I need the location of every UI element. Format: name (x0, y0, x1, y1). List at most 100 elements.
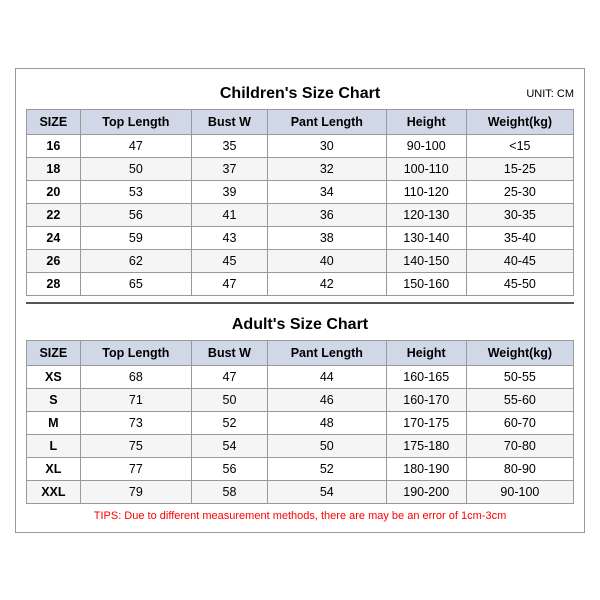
table-row: 1647353090-100<15 (27, 134, 574, 157)
column-header: Pant Length (267, 109, 386, 134)
table-row: 24594338130-14035-40 (27, 226, 574, 249)
table-cell: 46 (267, 388, 386, 411)
section-divider (26, 302, 574, 304)
table-cell: 80-90 (466, 457, 573, 480)
table-cell: 45 (191, 249, 267, 272)
column-header: SIZE (27, 340, 81, 365)
table-cell: 35 (191, 134, 267, 157)
table-row: 26624540140-15040-45 (27, 249, 574, 272)
table-cell: 90-100 (466, 480, 573, 503)
table-cell: 110-120 (386, 180, 466, 203)
table-row: 28654742150-16045-50 (27, 272, 574, 295)
table-cell: 47 (191, 365, 267, 388)
table-cell: 79 (80, 480, 191, 503)
table-cell: 180-190 (386, 457, 466, 480)
table-cell: 42 (267, 272, 386, 295)
size-chart-container: Children's Size Chart UNIT: CM SIZETop L… (15, 68, 585, 533)
table-cell: 140-150 (386, 249, 466, 272)
table-cell: 90-100 (386, 134, 466, 157)
table-cell: 73 (80, 411, 191, 434)
table-cell: 30 (267, 134, 386, 157)
table-cell: 150-160 (386, 272, 466, 295)
table-cell: 32 (267, 157, 386, 180)
table-cell: 170-175 (386, 411, 466, 434)
table-cell: 75 (80, 434, 191, 457)
column-header: Pant Length (267, 340, 386, 365)
table-cell: 28 (27, 272, 81, 295)
column-header: Top Length (80, 340, 191, 365)
table-cell: 16 (27, 134, 81, 157)
table-cell: 36 (267, 203, 386, 226)
table-cell: 41 (191, 203, 267, 226)
column-header: Weight(kg) (466, 340, 573, 365)
table-cell: 24 (27, 226, 81, 249)
children-size-table: SIZETop LengthBust WPant LengthHeightWei… (26, 109, 574, 296)
table-cell: 40 (267, 249, 386, 272)
table-cell: 56 (80, 203, 191, 226)
table-cell: 70-80 (466, 434, 573, 457)
unit-label: UNIT: CM (526, 88, 574, 100)
table-cell: 50 (191, 388, 267, 411)
table-cell: 53 (80, 180, 191, 203)
table-cell: 100-110 (386, 157, 466, 180)
table-row: L755450175-18070-80 (27, 434, 574, 457)
table-cell: 44 (267, 365, 386, 388)
table-cell: <15 (466, 134, 573, 157)
table-cell: 35-40 (466, 226, 573, 249)
table-cell: 34 (267, 180, 386, 203)
table-cell: S (27, 388, 81, 411)
table-cell: 47 (191, 272, 267, 295)
table-row: S715046160-17055-60 (27, 388, 574, 411)
table-cell: 175-180 (386, 434, 466, 457)
table-row: M735248170-17560-70 (27, 411, 574, 434)
tips-text: TIPS: Due to different measurement metho… (26, 510, 574, 522)
table-cell: 26 (27, 249, 81, 272)
table-cell: 130-140 (386, 226, 466, 249)
table-cell: 54 (191, 434, 267, 457)
table-cell: 40-45 (466, 249, 573, 272)
column-header: Height (386, 340, 466, 365)
adult-title: Adult's Size Chart (26, 310, 574, 340)
table-cell: 65 (80, 272, 191, 295)
table-cell: XL (27, 457, 81, 480)
table-cell: 160-170 (386, 388, 466, 411)
table-cell: 18 (27, 157, 81, 180)
table-cell: 20 (27, 180, 81, 203)
column-header: Height (386, 109, 466, 134)
column-header: Weight(kg) (466, 109, 573, 134)
table-cell: XXL (27, 480, 81, 503)
column-header: SIZE (27, 109, 81, 134)
column-header: Top Length (80, 109, 191, 134)
table-cell: 190-200 (386, 480, 466, 503)
table-cell: 120-130 (386, 203, 466, 226)
adult-size-table: SIZETop LengthBust WPant LengthHeightWei… (26, 340, 574, 504)
table-cell: 30-35 (466, 203, 573, 226)
table-row: 18503732100-11015-25 (27, 157, 574, 180)
table-row: XXL795854190-20090-100 (27, 480, 574, 503)
table-cell: 54 (267, 480, 386, 503)
table-row: 20533934110-12025-30 (27, 180, 574, 203)
table-cell: 47 (80, 134, 191, 157)
table-cell: 39 (191, 180, 267, 203)
table-cell: XS (27, 365, 81, 388)
table-cell: 68 (80, 365, 191, 388)
table-cell: 52 (267, 457, 386, 480)
table-cell: 58 (191, 480, 267, 503)
children-title: Children's Size Chart UNIT: CM (26, 79, 574, 109)
table-cell: M (27, 411, 81, 434)
table-cell: 22 (27, 203, 81, 226)
table-row: XS684744160-16550-55 (27, 365, 574, 388)
column-header: Bust W (191, 340, 267, 365)
table-row: XL775652180-19080-90 (27, 457, 574, 480)
table-cell: 56 (191, 457, 267, 480)
table-cell: 25-30 (466, 180, 573, 203)
table-cell: 15-25 (466, 157, 573, 180)
table-cell: 52 (191, 411, 267, 434)
table-cell: 38 (267, 226, 386, 249)
table-cell: 60-70 (466, 411, 573, 434)
column-header: Bust W (191, 109, 267, 134)
table-cell: 71 (80, 388, 191, 411)
table-cell: 43 (191, 226, 267, 249)
table-cell: 59 (80, 226, 191, 249)
table-cell: L (27, 434, 81, 457)
